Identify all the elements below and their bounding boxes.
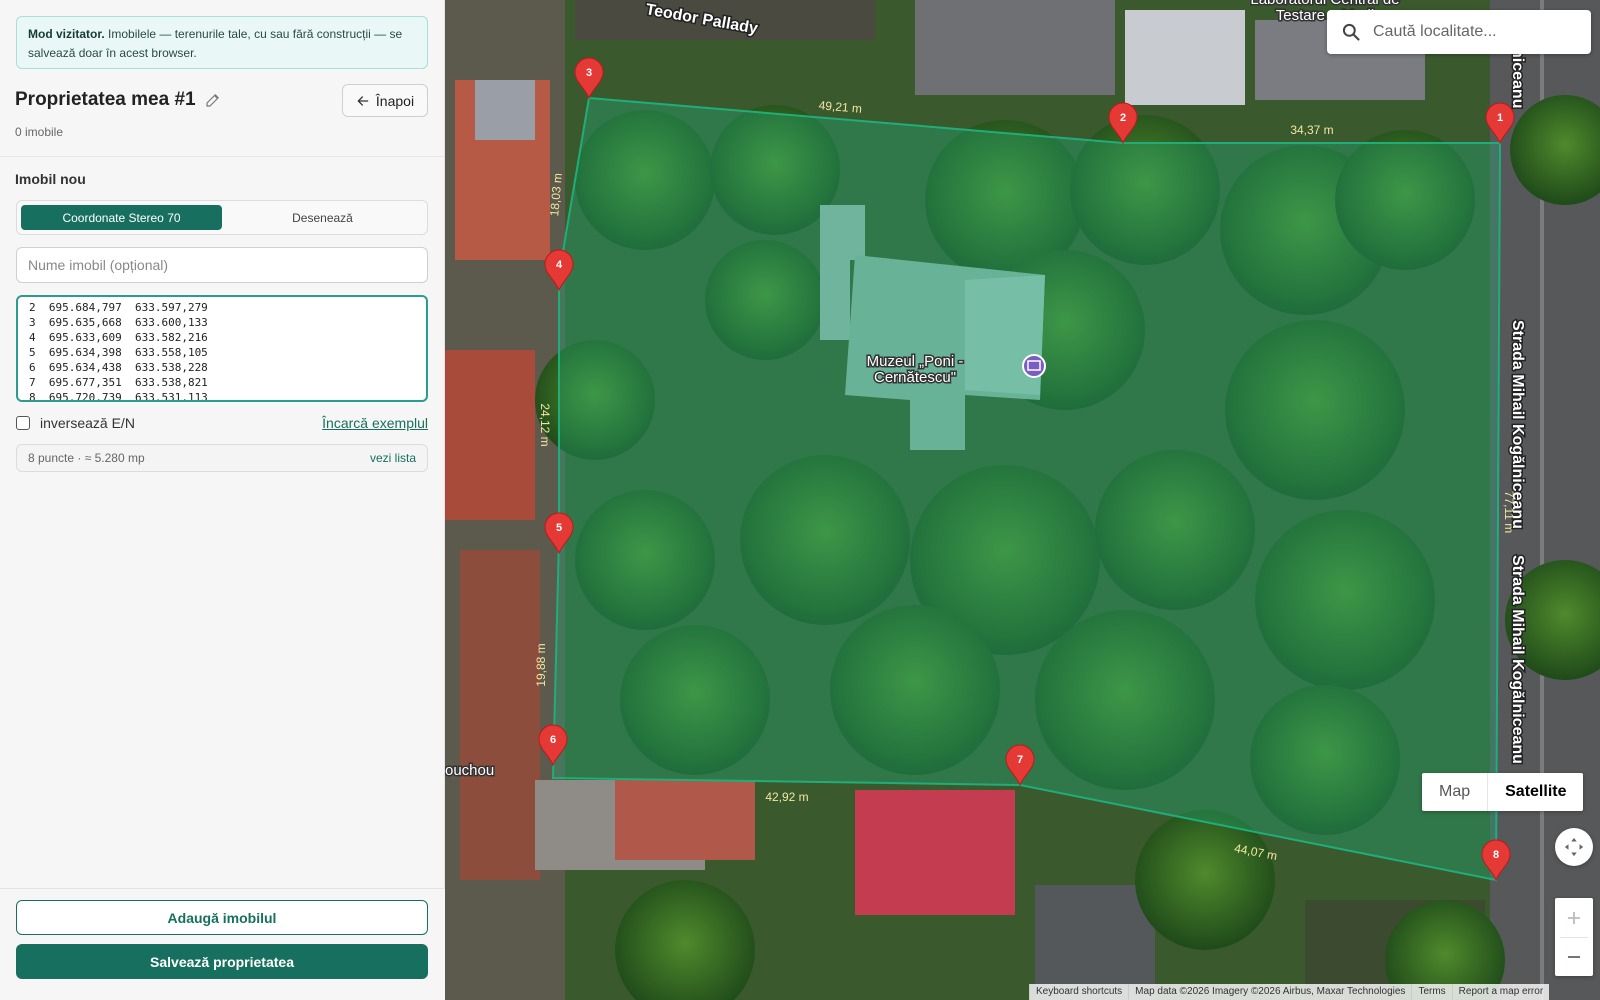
poi-label-museum-2: Cernătescu" — [874, 369, 956, 386]
tab-stereo70[interactable]: Coordonate Stereo 70 — [21, 205, 222, 230]
location-search[interactable] — [1327, 10, 1591, 54]
sidebar: Mod vizitator. Imobilele — terenurile ta… — [0, 0, 445, 1000]
save-property-button[interactable]: Salvează proprietatea — [16, 944, 428, 979]
vertex-marker-label: 6 — [550, 734, 556, 746]
vertex-marker-label: 3 — [586, 67, 592, 79]
vertex-marker-label: 7 — [1017, 754, 1023, 766]
divider — [0, 156, 445, 157]
dimension-label: 77,11 m — [1502, 491, 1516, 533]
street-label-kogalniceanu-2: Strada Mihail Kogălniceanu — [1509, 555, 1526, 764]
vertex-marker-label: 8 — [1493, 849, 1499, 861]
input-mode-tabs: Coordonate Stereo 70 Desenează — [16, 200, 428, 235]
plus-icon — [1568, 911, 1580, 924]
summary-text: 8 puncte · ≈ 5.280 mp — [28, 451, 145, 465]
map-attribution: Keyboard shortcuts Map data ©2026 Imager… — [1029, 984, 1550, 1000]
map-type-map[interactable]: Map — [1422, 773, 1487, 811]
invert-label: inversează E/N — [40, 415, 135, 431]
minus-icon — [1568, 956, 1580, 958]
property-count: 0 imobile — [15, 125, 64, 139]
zoom-controls — [1555, 898, 1593, 976]
points-summary: 8 puncte · ≈ 5.280 mp vezi lista — [16, 444, 428, 472]
dimension-label: 24,12 m — [538, 403, 552, 446]
zoom-out-button[interactable] — [1565, 938, 1583, 976]
location-search-input[interactable] — [1373, 23, 1573, 41]
dimension-label: 34,37 m — [1290, 123, 1333, 137]
invert-checkbox[interactable] — [16, 416, 30, 430]
museum-icon[interactable] — [1022, 354, 1046, 378]
property-title-row: Proprietatea mea #1 — [15, 89, 222, 111]
terms-link[interactable]: Terms — [1411, 984, 1452, 1000]
street-label-kogalniceanu-3: niceanu — [1509, 48, 1526, 108]
vertex-marker-label: 2 — [1120, 112, 1126, 124]
map-data-credit: Map data ©2026 Imagery ©2026 Airbus, Max… — [1128, 984, 1412, 1000]
satellite-map[interactable]: Teodor Pallady Strada Mihail Kogălnicean… — [445, 0, 1600, 1000]
property-title: Proprietatea mea #1 — [15, 89, 196, 110]
report-error-link[interactable]: Report a map error — [1451, 984, 1550, 1000]
map-imagery: Teodor Pallady Strada Mihail Kogălnicean… — [445, 0, 1600, 1000]
map-type-switch: Map Satellite — [1422, 773, 1584, 811]
pencil-icon[interactable] — [204, 91, 222, 109]
vertex-marker-label: 4 — [556, 259, 563, 271]
vertex-marker-label: 1 — [1497, 112, 1503, 124]
add-property-button[interactable]: Adaugă imobilul — [16, 900, 428, 935]
section-label: Imobil nou — [15, 171, 86, 187]
tab-draw[interactable]: Desenează — [222, 205, 423, 230]
zoom-in-button[interactable] — [1565, 898, 1583, 937]
guest-mode-notice: Mod vizitator. Imobilele — terenurile ta… — [16, 16, 428, 69]
keyboard-shortcuts-link[interactable]: Keyboard shortcuts — [1029, 984, 1129, 1000]
recenter-button[interactable] — [1555, 828, 1593, 866]
back-button[interactable]: Înapoi — [342, 84, 428, 117]
dimension-label: 42,92 m — [765, 790, 808, 804]
poi-label-partial: ouchou — [445, 762, 494, 779]
coordinates-textarea[interactable]: 2 695.684,797 633.597,279 3 695.635,668 … — [16, 295, 428, 402]
arrow-left-icon — [357, 95, 369, 106]
property-name-input[interactable] — [16, 247, 428, 283]
poi-label-museum-1: Muzeul „Poni - — [867, 353, 964, 370]
vertex-marker-label: 5 — [556, 522, 562, 534]
search-icon — [1342, 23, 1360, 41]
move-arrows-icon — [1564, 837, 1584, 857]
view-list-link[interactable]: vezi lista — [370, 451, 416, 465]
load-example-link[interactable]: Încarcă exemplul — [322, 415, 428, 431]
notice-title: Mod vizitator. — [28, 27, 105, 41]
back-button-label: Înapoi — [375, 92, 415, 109]
map-type-satellite[interactable]: Satellite — [1487, 773, 1583, 811]
invert-row: inversează E/N Încarcă exemplul — [16, 414, 428, 432]
dimension-label: 19,88 m — [534, 643, 548, 686]
